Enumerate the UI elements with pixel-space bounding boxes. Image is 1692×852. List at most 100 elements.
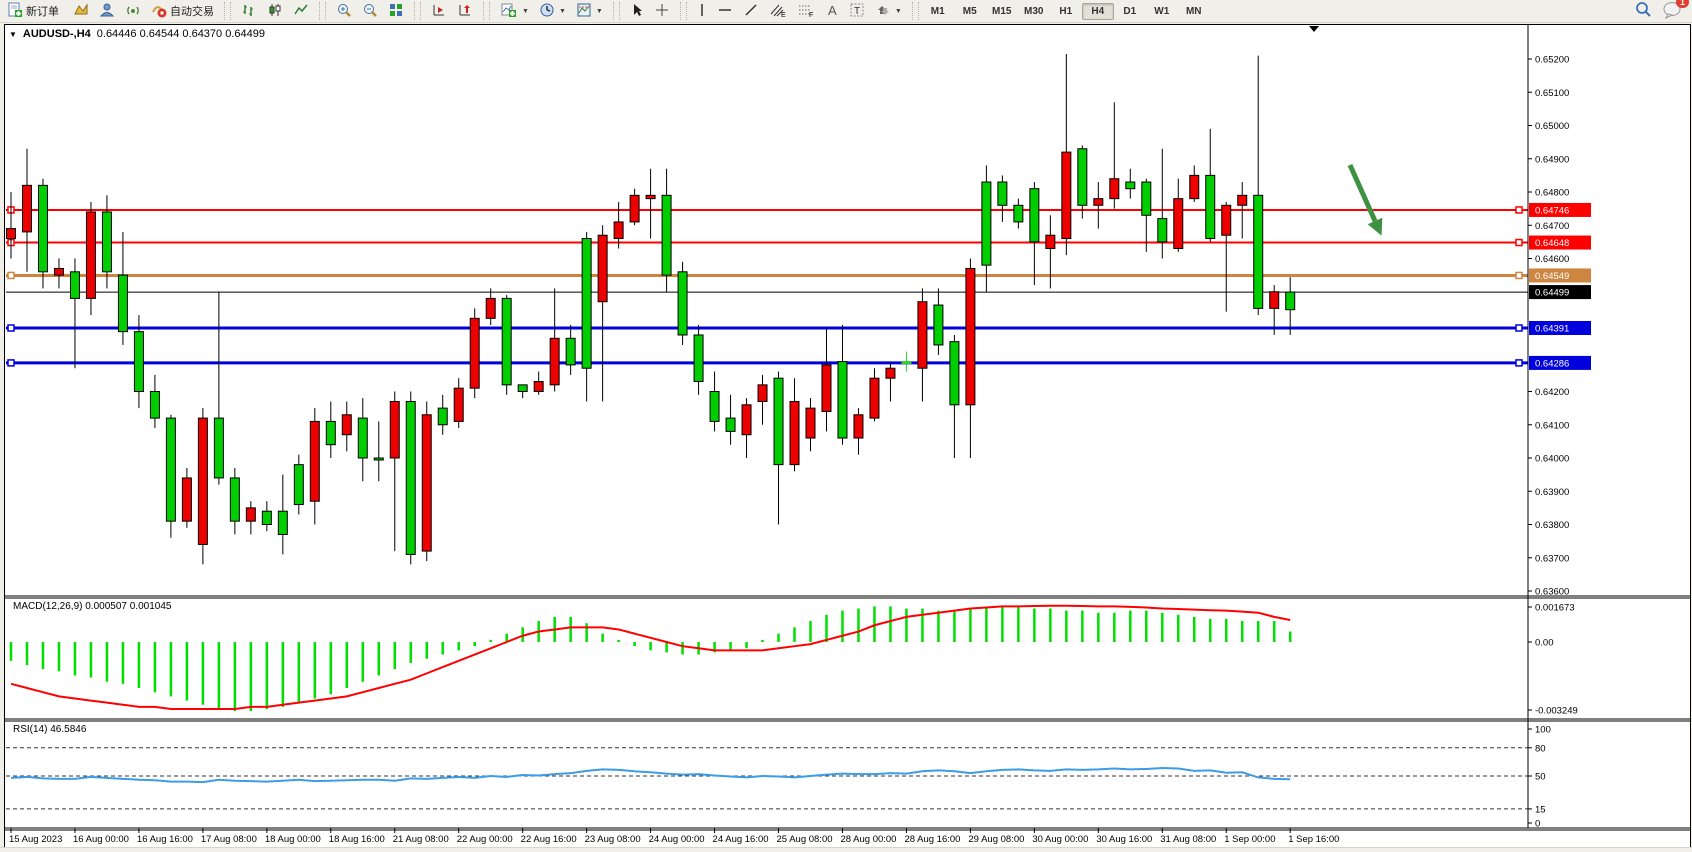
bar-chart-button[interactable] [236,0,262,23]
cursor-button[interactable] [625,0,649,23]
crosshair-icon [654,2,670,21]
periods-button[interactable]: ▼ [534,0,571,23]
cursor-icon [630,2,644,21]
svg-text:18 Aug 16:00: 18 Aug 16:00 [329,834,385,845]
svg-text:0.64499: 0.64499 [1535,288,1569,299]
chart-shift-button[interactable] [452,0,478,23]
timeframe-H4[interactable]: H4 [1082,3,1114,20]
candlestick-button[interactable] [262,0,288,23]
svg-text:16 Aug 16:00: 16 Aug 16:00 [137,834,193,845]
new-chart-icon [73,2,89,21]
zoom-out-icon [362,2,378,21]
tile-windows-button[interactable] [383,0,409,23]
timeframe-MN[interactable]: MN [1178,3,1210,20]
svg-text:29 Aug 08:00: 29 Aug 08:00 [968,834,1024,845]
hline-button[interactable] [712,0,738,23]
bar-chart-icon [241,2,257,21]
text-icon: A [825,2,839,21]
toolbar-separator [224,2,231,20]
profiles-button[interactable] [94,0,120,23]
svg-text:-0.003249: -0.003249 [1535,705,1578,716]
periods-icon [539,2,555,21]
timeframe-W1[interactable]: W1 [1146,3,1178,20]
svg-text:T: T [854,6,860,17]
svg-text:80: 80 [1535,743,1546,754]
fibonacci-button[interactable]: F [792,0,820,23]
chat-icon[interactable]: 1 [1662,1,1682,22]
signals-icon [125,2,141,21]
svg-text:50: 50 [1535,772,1546,783]
new-chart-button[interactable] [68,0,94,23]
vline-button[interactable] [692,0,712,23]
shapes-icon [875,2,891,21]
svg-text:30 Aug 16:00: 30 Aug 16:00 [1096,834,1152,845]
svg-text:24 Aug 16:00: 24 Aug 16:00 [713,834,769,845]
signals-button[interactable] [120,0,146,23]
timeframe-M5[interactable]: M5 [954,3,986,20]
toolbar-separator [319,2,326,20]
autotrading-button[interactable]: 自动交易 [146,0,219,23]
label-icon: T [849,2,865,21]
search-icon[interactable] [1634,1,1652,22]
svg-text:28 Aug 16:00: 28 Aug 16:00 [904,834,960,845]
templates-button[interactable]: ▼ [571,0,608,23]
svg-text:0.65200: 0.65200 [1535,55,1569,66]
zoom-in-button[interactable] [331,0,357,23]
svg-text:0.64000: 0.64000 [1535,454,1569,465]
channel-button[interactable]: E [764,0,792,23]
timeframe-D1[interactable]: D1 [1114,3,1146,20]
channel-icon: E [769,2,787,21]
svg-text:0.00: 0.00 [1535,638,1554,649]
indicators-icon [500,2,518,21]
chart-canvas[interactable]: MACD(12,26,9) 0.000507 0.001045RSI(14) 4… [5,25,1690,847]
svg-text:0.65100: 0.65100 [1535,88,1569,99]
chart-shift-icon [457,2,473,21]
crosshair-button[interactable] [649,0,675,23]
svg-text:0.64549: 0.64549 [1535,271,1569,282]
shapes-button[interactable]: ▼ [870,0,907,23]
label-button[interactable]: T [844,0,870,23]
autotrading-icon [151,2,167,21]
svg-text:0.63600: 0.63600 [1535,587,1569,598]
svg-text:0.001673: 0.001673 [1535,602,1575,613]
svg-text:0.64648: 0.64648 [1535,238,1569,249]
svg-text:0.64900: 0.64900 [1535,154,1569,165]
chart-title: ▼ AUDUSD-,H4 0.64446 0.64544 0.64370 0.6… [9,27,265,41]
new-order-label: 新订单 [26,3,59,19]
svg-text:1 Sep 00:00: 1 Sep 00:00 [1224,834,1275,845]
svg-text:0.63900: 0.63900 [1535,487,1569,498]
templates-icon [576,2,592,21]
svg-text:A: A [828,3,837,18]
timeframe-M1[interactable]: M1 [922,3,954,20]
svg-text:0.64286: 0.64286 [1535,358,1569,369]
svg-text:0: 0 [1535,819,1540,830]
auto-scroll-icon [431,2,447,21]
chevron-down-icon: ▼ [895,8,902,15]
status-bar [0,847,1692,852]
new-order-button[interactable]: 新订单 [2,0,64,23]
svg-text:31 Aug 08:00: 31 Aug 08:00 [1160,834,1216,845]
chevron-down-icon[interactable]: ▼ [9,30,17,39]
toolbar-separator [680,2,687,20]
svg-text:0.64800: 0.64800 [1535,188,1569,199]
auto-scroll-button[interactable] [426,0,452,23]
svg-text:23 Aug 08:00: 23 Aug 08:00 [585,834,641,845]
timeframe-M30[interactable]: M30 [1018,3,1050,20]
tile-windows-icon [388,2,404,21]
timeframe-M15[interactable]: M15 [986,3,1018,20]
notification-badge: 1 [1676,0,1689,8]
line-chart-button[interactable] [288,0,314,23]
mt4-application: 新订单 自动交易 [0,0,1692,852]
svg-text:0.65000: 0.65000 [1535,121,1569,132]
svg-text:24 Aug 00:00: 24 Aug 00:00 [649,834,705,845]
text-button[interactable]: A [820,0,844,23]
svg-text:15: 15 [1535,804,1546,815]
timeframe-H1[interactable]: H1 [1050,3,1082,20]
indicators-button[interactable]: ▼ [495,0,534,23]
candlestick-icon [267,2,283,21]
svg-text:0.63800: 0.63800 [1535,520,1569,531]
svg-text:0.64746: 0.64746 [1535,205,1569,216]
trendline-button[interactable] [738,0,764,23]
zoom-out-button[interactable] [357,0,383,23]
toolbar: 新订单 自动交易 [0,0,1692,23]
